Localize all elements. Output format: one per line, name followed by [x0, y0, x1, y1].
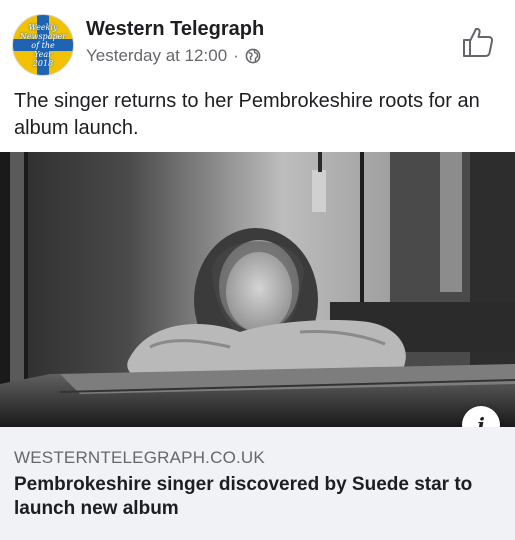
post-meta: Yesterday at 12:00 · — [86, 46, 261, 66]
link-domain: WESTERNTELEGRAPH.CO.UK — [14, 448, 265, 467]
meta-separator: · — [233, 46, 239, 65]
avatar-line: Newspaper — [19, 31, 67, 41]
photo-illustration — [0, 152, 515, 427]
avatar-line: Weekly — [28, 22, 58, 32]
post-caption: The singer returns to her Pembrokeshire … — [14, 90, 480, 139]
article-photo[interactable] — [0, 152, 515, 427]
thumbs-up-icon[interactable] — [460, 24, 496, 60]
avatar-line: 2018 — [32, 58, 54, 68]
globe-icon — [245, 48, 261, 64]
link-headline[interactable]: Pembrokeshire singer discovered by Suede… — [14, 473, 504, 521]
avatar-line: of the — [31, 40, 55, 50]
page-name[interactable]: Western Telegraph — [86, 18, 264, 41]
page-avatar[interactable]: Weekly Newspaper of the Year 2018 — [12, 14, 74, 76]
post-timestamp[interactable]: Yesterday at 12:00 — [86, 46, 227, 66]
post-header: Weekly Newspaper of the Year 2018 Wester… — [0, 0, 515, 80]
avatar-logo-text: Weekly Newspaper of the Year 2018 — [13, 15, 73, 75]
avatar-line: Year — [34, 49, 52, 59]
link-preview[interactable]: WESTERNTELEGRAPH.CO.UK Pembrokeshire sin… — [0, 427, 515, 540]
